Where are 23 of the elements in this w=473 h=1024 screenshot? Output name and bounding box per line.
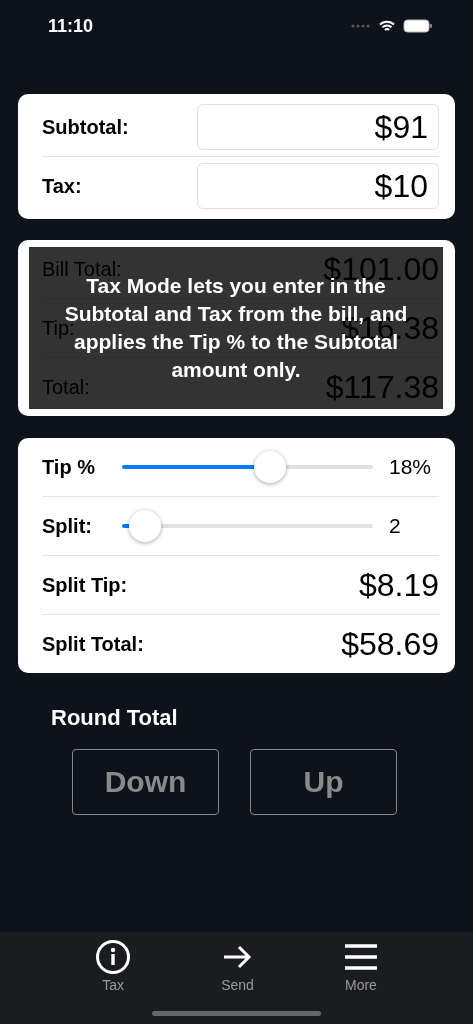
- result-label: Split Tip:: [42, 573, 128, 597]
- round-title: Round Total: [51, 705, 179, 731]
- signal-icon: [351, 24, 371, 28]
- tab-bar-item[interactable]: Send: [215, 938, 260, 996]
- tab-bar-item[interactable]: More: [337, 938, 384, 996]
- tab-bar-item[interactable]: Tax: [89, 938, 138, 996]
- slider-reading: 18%: [389, 455, 433, 479]
- field-label: Subtotal:: [42, 115, 129, 139]
- amount-field[interactable]: $10: [197, 163, 439, 209]
- slider-reading: 2: [389, 514, 402, 538]
- info-icon: [95, 939, 132, 975]
- result-label: Split Total:: [42, 632, 144, 656]
- status-time: 11:10: [48, 15, 94, 37]
- amount-field[interactable]: $91: [197, 104, 439, 150]
- slider-thumb[interactable]: [254, 451, 287, 483]
- wifi-icon: [379, 19, 395, 33]
- slider-label: Tip %: [42, 455, 96, 479]
- result-value: $58.69: [341, 625, 439, 663]
- slider-thumb[interactable]: [128, 510, 161, 542]
- slider-label: Split:: [42, 514, 93, 538]
- field-label: Tax:: [42, 174, 82, 198]
- result-value: $8.19: [358, 566, 439, 604]
- battery-icon: [403, 19, 433, 33]
